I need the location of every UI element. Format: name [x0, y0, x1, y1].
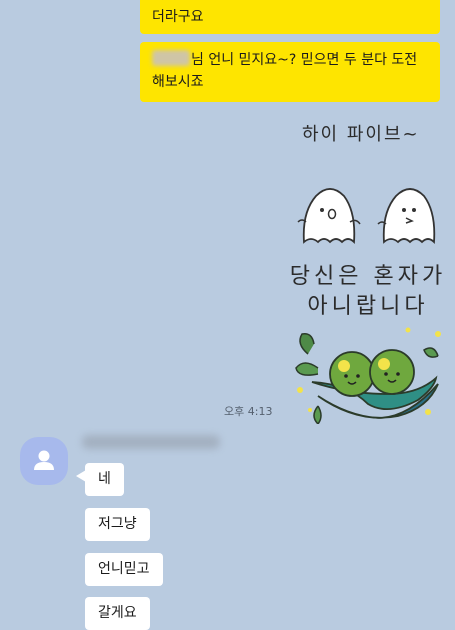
sticker-caption: 하이 파이브~	[302, 124, 420, 145]
redacted-name	[152, 50, 190, 66]
their-message-bubble[interactable]: 갈게요	[85, 597, 150, 630]
my-message-bubble-partial[interactable]: 더라구요	[140, 0, 440, 34]
sticker-message-text: 당신은 혼자가 아니랍니다	[289, 264, 447, 319]
my-message-bubble[interactable]: 님 언니 믿지요~? 믿으면 두 분다 도전 해보시죠	[140, 42, 440, 102]
their-message-bubble[interactable]: 언니믿고	[85, 553, 163, 586]
peas-in-pod-icon	[295, 327, 441, 424]
default-profile-icon	[34, 450, 54, 470]
message-text: 님 언니 믿지요~? 믿으면 두 분다 도전 해보시죠	[152, 52, 418, 90]
message-timestamp: 오후 4:13	[224, 405, 273, 418]
ghosts-icon	[297, 188, 436, 245]
profile-avatar[interactable]	[20, 437, 68, 485]
sticker-message[interactable]: 하이 파이브~ 당신은 혼자가 아니랍니다	[272, 112, 452, 424]
message-text: 더라구요	[152, 9, 204, 25]
their-message-bubble[interactable]: 저그냥	[85, 508, 150, 541]
their-message-bubble[interactable]: 네	[85, 463, 124, 496]
sender-name-redacted[interactable]	[82, 435, 220, 449]
